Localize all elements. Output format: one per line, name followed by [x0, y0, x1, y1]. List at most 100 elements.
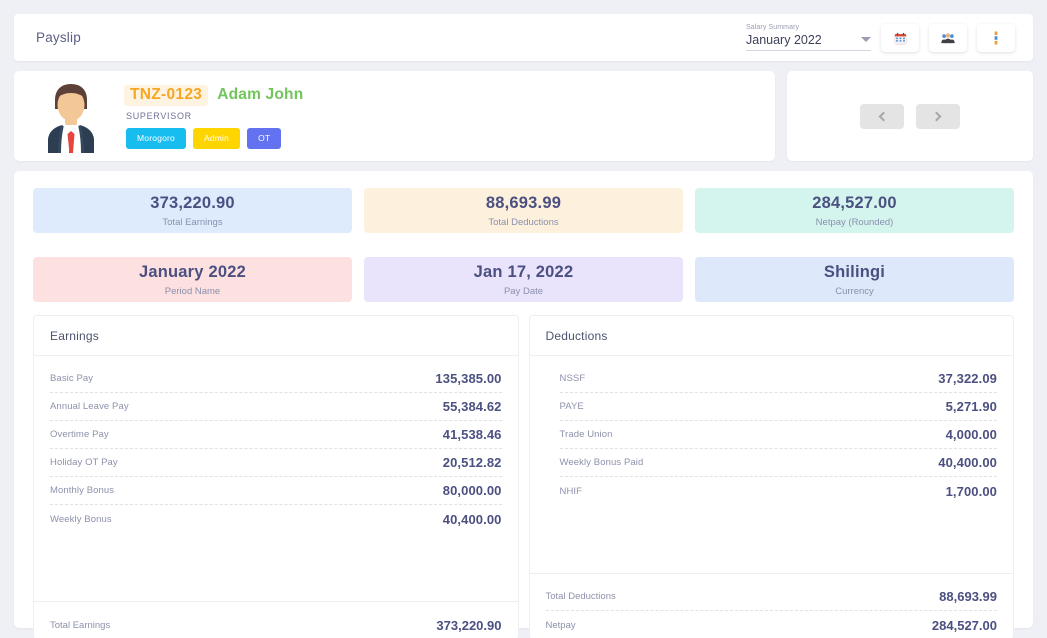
tile-total-deductions: 88,693.99 Total Deductions [364, 188, 683, 233]
payslip-page: Payslip Salary Summary January 2022 TNZ-… [0, 0, 1047, 638]
tile-value: Jan 17, 2022 [473, 262, 574, 281]
salary-summary-value: January 2022 [746, 33, 822, 47]
row-value: 20,512.82 [442, 455, 502, 470]
tile-value: 88,693.99 [485, 193, 562, 212]
total-label: Total Earnings [50, 619, 111, 631]
row-label: Monthly Bonus [50, 485, 115, 496]
tile-value: 284,527.00 [812, 193, 897, 212]
tile-label: Total Deductions [488, 216, 559, 228]
table-row: Holiday OT Pay 20,512.82 [50, 449, 502, 477]
earnings-rows: Basic Pay 135,385.00 Annual Leave Pay 55… [34, 356, 518, 601]
employee-avatar [48, 84, 94, 153]
total-row: Total Earnings 373,220.90 [50, 611, 502, 638]
chevron-right-icon [931, 111, 942, 121]
table-row: NSSF 37,322.09 [559, 365, 997, 393]
total-row: Total Deductions 88,693.99 [545, 583, 997, 611]
row-label: Weekly Bonus [50, 513, 112, 525]
chip-location: Morogoro [126, 128, 186, 149]
earnings-title: Earnings [34, 316, 518, 356]
more-options-button[interactable] [977, 24, 1015, 52]
row-label: NHIF [559, 485, 583, 497]
previous-record-button[interactable] [860, 103, 904, 129]
next-record-button[interactable] [916, 103, 960, 129]
tile-pay-date: Jan 17, 2022 Pay Date [364, 257, 683, 302]
chip-overtime: OT [247, 128, 282, 149]
breakdown-tables: Earnings Basic Pay 135,385.00 Annual Lea… [33, 315, 1014, 638]
tile-label: Total Earnings [162, 216, 223, 228]
netpay-label: Netpay [545, 619, 576, 631]
chevron-down-icon[interactable] [861, 36, 871, 42]
employee-name: Adam John [217, 86, 304, 103]
deductions-title: Deductions [529, 316, 1013, 356]
row-label: NSSF [559, 373, 586, 384]
table-row: Basic Pay 135,385.00 [50, 365, 502, 393]
employee-code: TNZ-0123 [124, 85, 209, 106]
tile-period-name: January 2022 Period Name [33, 257, 352, 302]
employee-card: TNZ-0123 Adam John SUPERVISOR Morogoro A… [14, 71, 775, 161]
deductions-totals: Total Deductions 88,693.99 Netpay 284,52… [529, 573, 1013, 638]
row-value: 1,700.00 [945, 483, 997, 499]
row-label: PAYE [559, 401, 584, 412]
tile-value: 373,220.90 [150, 193, 235, 212]
chip-department: Admin [192, 128, 241, 149]
summary-tiles: 373,220.90 Total Earnings 88,693.99 Tota… [33, 188, 1014, 302]
row-value: 80,000.00 [442, 483, 502, 498]
people-group-icon [941, 32, 955, 43]
row-label: Trade Union [559, 429, 613, 440]
row-value: 37,322.09 [938, 371, 997, 386]
row-value: 55,384.62 [442, 399, 502, 414]
netpay-row: Netpay 284,527.00 [546, 611, 998, 638]
calendar-icon [894, 32, 906, 44]
row-value: 4,000.00 [945, 427, 997, 442]
tile-label: Pay Date [503, 285, 544, 297]
toolbar-actions: Salary Summary January 2022 [746, 23, 1015, 52]
table-row: NHIF 1,700.00 [560, 477, 998, 505]
table-row: Weekly Bonus 40,400.00 [50, 505, 502, 533]
row-label: Annual Leave Pay [50, 401, 129, 412]
table-row: Monthly Bonus 80,000.00 [50, 477, 502, 505]
row-value: 135,385.00 [435, 371, 502, 386]
tile-value: Shilingi [823, 262, 886, 281]
row-label: Weekly Bonus Paid [559, 457, 644, 468]
deductions-rows: NSSF 37,322.09 PAYE 5,271.90 Trade Union… [530, 356, 1014, 573]
deductions-table: Deductions NSSF 37,322.09 PAYE 5,271.90 … [528, 315, 1014, 638]
employee-role: SUPERVISOR [126, 111, 192, 121]
employee-chips: Morogoro Admin OT [126, 128, 303, 149]
vertical-dots-icon [994, 31, 998, 45]
row-label: Basic Pay [50, 373, 94, 384]
row-value: 5,271.90 [945, 399, 997, 414]
row-value: 41,538.46 [442, 427, 502, 442]
calendar-button[interactable] [881, 24, 919, 52]
tile-total-earnings: 373,220.90 Total Earnings [33, 188, 352, 233]
row-label: Holiday OT Pay [50, 457, 118, 468]
tile-currency: Shilingi Currency [695, 257, 1014, 302]
top-toolbar: Payslip Salary Summary January 2022 [14, 14, 1033, 61]
row-value: 40,400.00 [938, 455, 997, 470]
table-row: Annual Leave Pay 55,384.62 [50, 393, 502, 421]
total-value: 88,693.99 [939, 589, 997, 604]
earnings-table: Earnings Basic Pay 135,385.00 Annual Lea… [33, 315, 519, 638]
tile-label: Currency [835, 285, 874, 297]
table-row: Weekly Bonus Paid 40,400.00 [559, 449, 997, 477]
tile-value: January 2022 [139, 262, 246, 281]
record-pager [787, 71, 1033, 161]
table-row: Overtime Pay 41,538.46 [50, 421, 502, 449]
tile-label: Period Name [164, 285, 221, 297]
netpay-value: 284,527.00 [931, 617, 997, 633]
employee-row: TNZ-0123 Adam John SUPERVISOR Morogoro A… [14, 71, 1033, 161]
table-row: PAYE 5,271.90 [559, 393, 997, 421]
tile-label: Netpay (Rounded) [815, 216, 894, 228]
row-value: 40,400.00 [442, 511, 502, 527]
table-row: Trade Union 4,000.00 [559, 421, 997, 449]
earnings-totals: Total Earnings 373,220.90 [34, 601, 518, 638]
salary-summary-label: Salary Summary [746, 24, 800, 31]
total-label: Total Deductions [545, 591, 616, 602]
salary-summary-select[interactable]: Salary Summary January 2022 [746, 23, 871, 52]
employees-button[interactable] [929, 24, 967, 52]
tile-netpay-rounded: 284,527.00 Netpay (Rounded) [695, 188, 1014, 233]
chevron-left-icon [878, 111, 889, 121]
employee-info: TNZ-0123 Adam John SUPERVISOR Morogoro A… [124, 83, 303, 149]
payslip-details-card: 373,220.90 Total Earnings 88,693.99 Tota… [14, 171, 1033, 638]
page-title: Payslip [36, 30, 81, 45]
total-value: 373,220.90 [436, 617, 502, 633]
